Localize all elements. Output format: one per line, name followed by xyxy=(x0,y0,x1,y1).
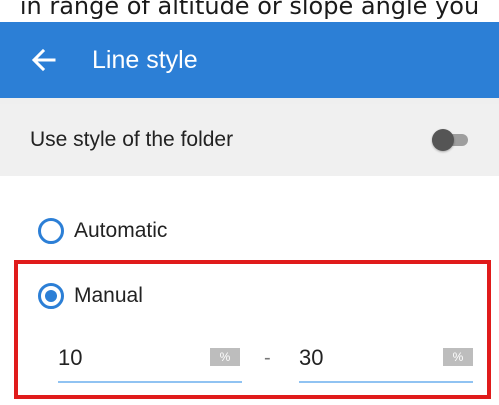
range-from-underline xyxy=(58,381,242,383)
manual-label: Manual xyxy=(74,284,143,307)
range-to-underline xyxy=(299,381,473,383)
page-title: Line style xyxy=(92,46,198,74)
arrow-left-icon[interactable] xyxy=(30,46,58,74)
range-to-field[interactable]: 30 % xyxy=(299,338,473,384)
app-bar: Line style xyxy=(0,22,499,98)
use-folder-style-row[interactable]: Use style of the folder xyxy=(0,104,499,176)
automatic-radio[interactable] xyxy=(38,218,64,244)
toggle-knob xyxy=(432,129,454,151)
range-separator: - xyxy=(264,347,271,369)
automatic-label: Automatic xyxy=(74,219,168,242)
use-folder-style-label: Use style of the folder xyxy=(30,128,234,151)
range-from-field[interactable]: 10 % xyxy=(58,338,242,384)
use-folder-style-toggle[interactable] xyxy=(432,129,468,151)
range-from-unit: % xyxy=(210,348,240,366)
automatic-option[interactable]: Automatic xyxy=(38,214,167,248)
range-to-value[interactable]: 30 xyxy=(299,338,323,378)
manual-radio[interactable] xyxy=(38,283,64,309)
range-to-unit: % xyxy=(443,348,473,366)
manual-option[interactable]: Manual xyxy=(38,279,143,313)
page-caption: in range of altitude or slope angle you xyxy=(19,0,480,20)
range-from-value[interactable]: 10 xyxy=(58,338,82,378)
